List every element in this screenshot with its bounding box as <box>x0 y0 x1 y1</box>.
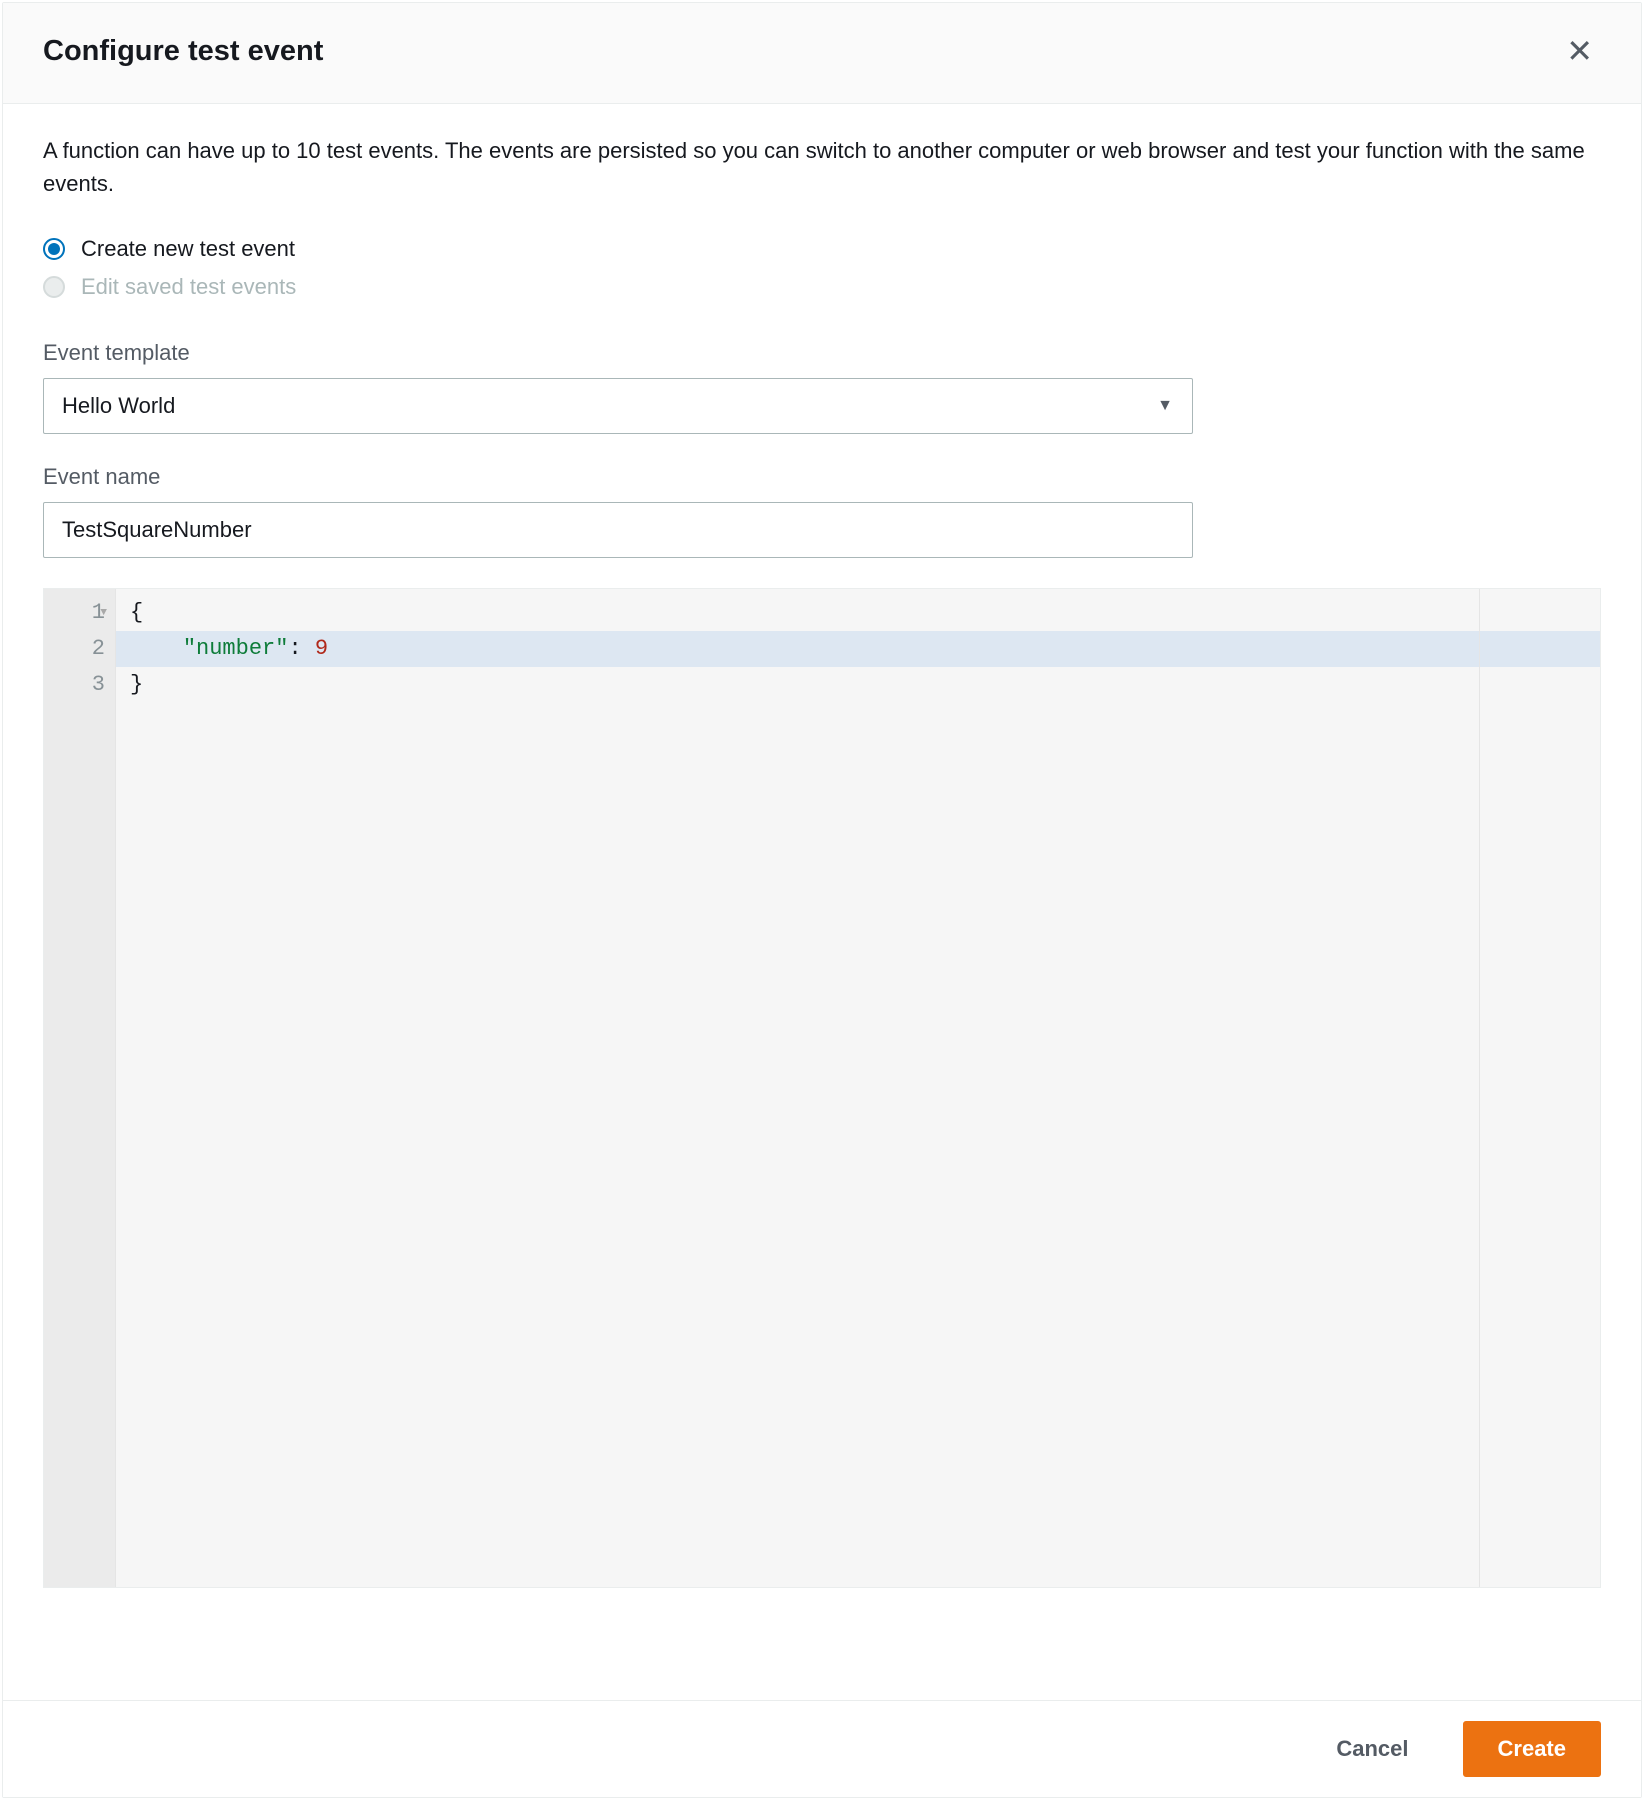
modal-header: Configure test event ✕ <box>3 3 1641 104</box>
configure-test-event-modal: Configure test event ✕ A function can ha… <box>2 2 1642 1798</box>
radio-create-new[interactable]: Create new test event <box>43 236 1601 262</box>
radio-edit-saved: Edit saved test events <box>43 274 1601 300</box>
event-template-field: Event template Hello World ▼ <box>43 340 1601 434</box>
field-label: Event template <box>43 340 1601 366</box>
code-gutter: 1 ▼ 2 3 <box>44 589 116 1587</box>
editor-margin-line <box>1479 589 1480 1587</box>
event-mode-radio-group: Create new test event Edit saved test ev… <box>43 236 1601 300</box>
modal-body: A function can have up to 10 test events… <box>3 104 1641 1700</box>
modal-title: Configure test event <box>43 35 323 68</box>
radio-label: Create new test event <box>81 236 295 262</box>
fold-icon[interactable]: ▼ <box>100 595 107 631</box>
select-value[interactable]: Hello World <box>43 378 1193 434</box>
code-line: } <box>130 667 1600 703</box>
event-template-select[interactable]: Hello World ▼ <box>43 378 1193 434</box>
event-name-field: Event name <box>43 464 1601 558</box>
close-icon: ✕ <box>1566 33 1593 69</box>
cancel-button[interactable]: Cancel <box>1302 1722 1442 1776</box>
gutter-line: 1 ▼ <box>44 595 105 631</box>
code-content[interactable]: { "number": 9 } <box>116 589 1600 1587</box>
code-line: "number": 9 <box>116 631 1600 667</box>
modal-description: A function can have up to 10 test events… <box>43 134 1601 200</box>
field-label: Event name <box>43 464 1601 490</box>
radio-icon <box>43 238 65 260</box>
close-button[interactable]: ✕ <box>1558 31 1601 71</box>
event-name-input[interactable] <box>43 502 1193 558</box>
radio-icon <box>43 276 65 298</box>
json-code-editor[interactable]: 1 ▼ 2 3 { "number": 9 } <box>43 588 1601 1588</box>
gutter-line: 2 <box>44 631 105 667</box>
modal-footer: Cancel Create <box>3 1700 1641 1797</box>
create-button[interactable]: Create <box>1463 1721 1601 1777</box>
radio-label: Edit saved test events <box>81 274 296 300</box>
code-line: { <box>130 595 1600 631</box>
gutter-line: 3 <box>44 667 105 703</box>
